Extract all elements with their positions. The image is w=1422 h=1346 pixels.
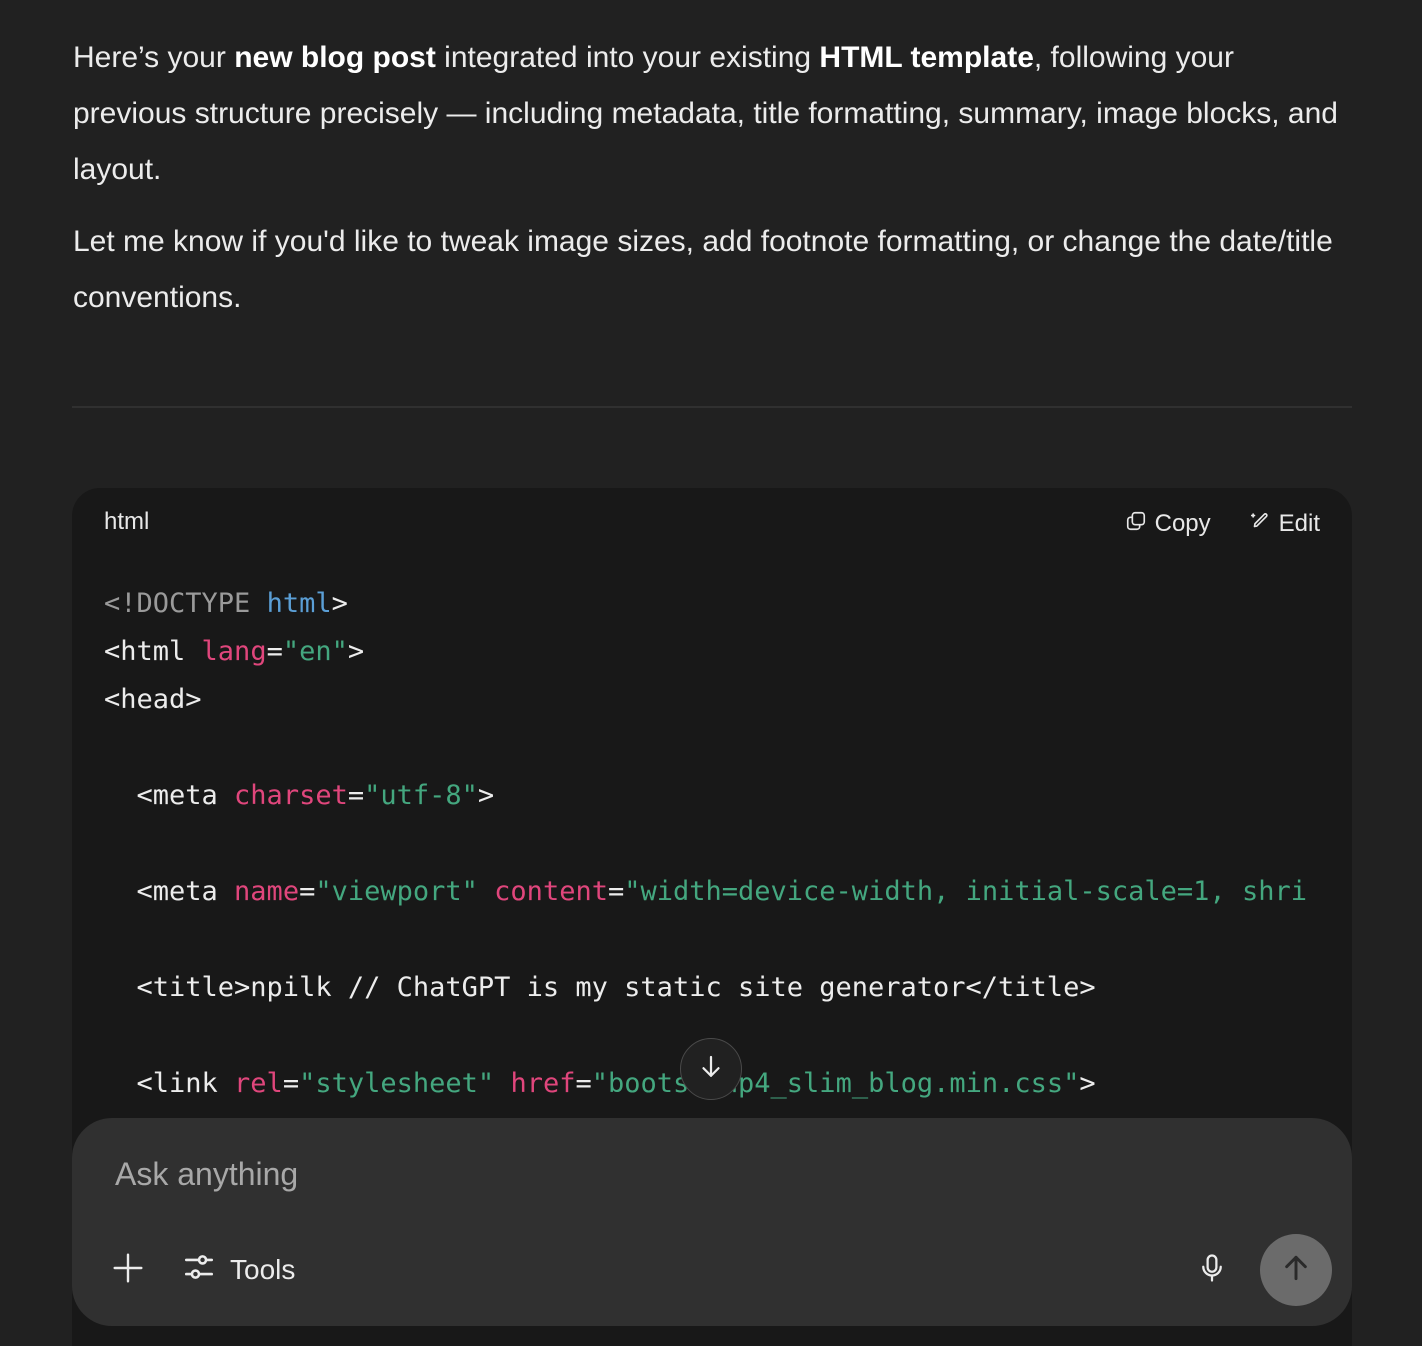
code-token: = <box>575 1068 592 1099</box>
copy-label: Copy <box>1154 510 1211 537</box>
code-token: > <box>477 780 495 811</box>
copy-icon <box>1125 510 1147 539</box>
tools-button[interactable]: Tools <box>182 1248 295 1292</box>
code-token: "stylesheet" <box>299 1068 495 1099</box>
code-line: <head> <box>104 676 1352 724</box>
microphone-icon <box>1197 1251 1227 1290</box>
code-token: charset <box>234 780 348 811</box>
code-token: "en" <box>282 636 348 667</box>
arrow-up-icon <box>1280 1252 1312 1289</box>
sliders-icon <box>182 1250 216 1291</box>
code-token: href <box>510 1068 576 1099</box>
add-attachment-button[interactable] <box>106 1248 150 1292</box>
edit-icon <box>1249 510 1271 539</box>
prompt-input[interactable] <box>115 1156 1115 1193</box>
code-line: <meta charset="utf-8"> <box>104 772 1352 820</box>
message-bold-text: new blog post <box>234 41 436 74</box>
code-token: "bootstrap4_slim_blog.min.css" <box>591 1068 1080 1099</box>
divider <box>72 406 1352 408</box>
voice-input-button[interactable] <box>1190 1248 1234 1292</box>
code-token: <meta <box>104 876 235 907</box>
assistant-message: Here’s your new blog post integrated int… <box>73 30 1353 342</box>
code-line: <html lang="en"> <box>104 628 1352 676</box>
message-text: Here’s your <box>73 41 235 74</box>
code-line: <!DOCTYPE html> <box>104 580 1352 628</box>
code-token: > <box>1079 1068 1096 1099</box>
message-bold-text: HTML template <box>819 41 1034 74</box>
code-actions: Copy Edit <box>1112 500 1332 548</box>
code-token: <meta <box>104 780 235 811</box>
code-block-header: html Copy Edit <box>72 488 1352 560</box>
plus-icon <box>112 1252 144 1289</box>
code-line: <title>npilk // ChatGPT is my static sit… <box>104 964 1352 1012</box>
code-token: > <box>331 588 348 619</box>
code-token: > <box>347 636 365 667</box>
code-language-label: html <box>104 508 150 535</box>
code-line: <meta name="viewport" content="width=dev… <box>104 868 1352 916</box>
code-token: = <box>607 876 625 907</box>
send-button[interactable] <box>1260 1234 1332 1306</box>
code-token: = <box>282 1068 300 1099</box>
message-paragraph-2: Let me know if you'd like to tweak image… <box>73 225 1333 314</box>
chat-page: Here’s your new blog post integrated int… <box>0 0 1422 1346</box>
code-token: lang <box>201 636 267 667</box>
tools-label: Tools <box>230 1254 296 1285</box>
code-token: <link <box>104 1068 235 1099</box>
edit-label: Edit <box>1278 510 1320 537</box>
arrow-down-icon <box>696 1052 726 1087</box>
copy-button[interactable]: Copy <box>1113 504 1223 545</box>
code-token: <html <box>104 636 202 667</box>
code-token: <title>npilk // ChatGPT is my static sit… <box>104 972 1096 1003</box>
code-token: name <box>234 876 300 907</box>
code-token: "width=device-width, initial-scale=1, sh… <box>624 876 1307 907</box>
code-token: content <box>494 876 608 907</box>
code-token: "utf-8" <box>364 780 478 811</box>
code-token: <!DOCTYPE <box>104 588 267 619</box>
code-token: = <box>266 636 283 667</box>
message-text: integrated into your existing <box>435 41 820 74</box>
code-token: = <box>347 780 365 811</box>
edit-button[interactable]: Edit <box>1237 504 1332 545</box>
scroll-to-bottom-button[interactable] <box>680 1038 742 1100</box>
code-token: <head> <box>104 684 202 715</box>
code-content: <!DOCTYPE html> <html lang="en"> <head> <m… <box>104 580 1352 1108</box>
code-token: = <box>299 876 316 907</box>
code-token: html <box>266 588 332 619</box>
composer: Tools <box>72 1118 1352 1326</box>
code-token: "viewport" <box>315 876 478 907</box>
message-paragraph-1: Here’s your new blog post integrated int… <box>73 30 1353 198</box>
code-token: rel <box>234 1068 283 1099</box>
